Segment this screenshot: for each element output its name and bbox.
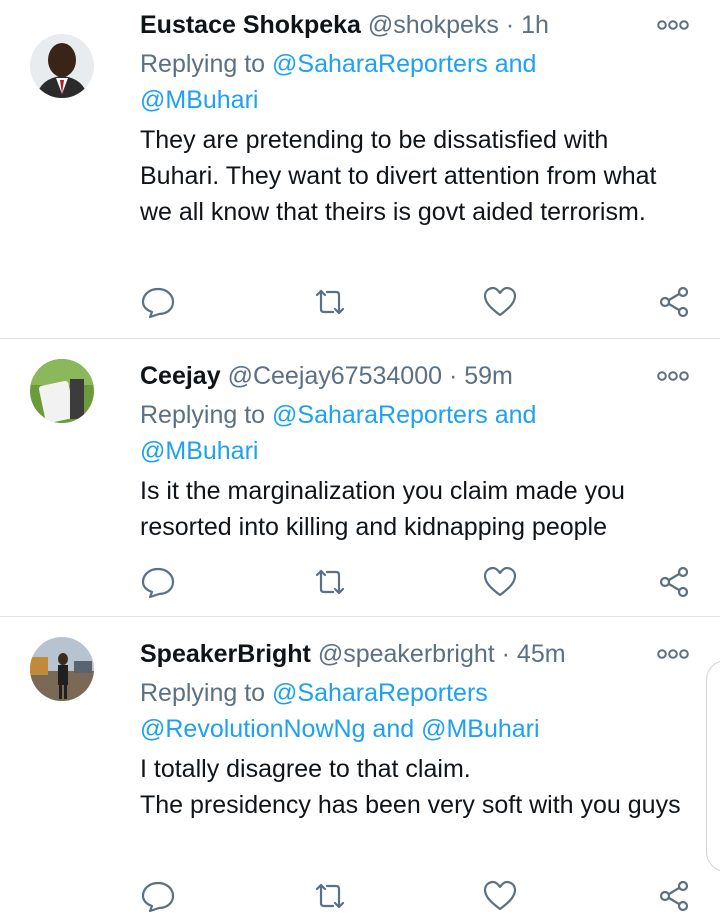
avatar[interactable] (30, 637, 94, 701)
separator-dot: · (494, 640, 517, 668)
reply-icon[interactable] (140, 285, 176, 319)
author-handle[interactable]: @shokpeks (368, 11, 499, 39)
reply-context: Replying to @SaharaReporters and @MBuhar… (140, 46, 690, 118)
more-icon[interactable] (656, 647, 690, 661)
mention-link[interactable]: @RevolutionNowNg and @MBuhari (140, 715, 540, 743)
reply-context: Replying to @SaharaReporters and @MBuhar… (140, 397, 690, 469)
tweet-actions (140, 285, 695, 319)
replying-to-label: Replying to (140, 401, 273, 429)
tweet-header: SpeakerBright @speakerbright · 45m (140, 639, 660, 669)
share-icon[interactable] (656, 285, 692, 319)
mention-link[interactable]: @MBuhari (140, 86, 258, 114)
mention-link[interactable]: @SaharaReporters and (272, 50, 536, 78)
tweet-text: I totally disagree to that claim. The pr… (140, 755, 681, 819)
more-icon[interactable] (656, 369, 690, 383)
floating-panel-edge (706, 660, 720, 872)
author-handle[interactable]: @Ceejay67534000 (228, 362, 442, 390)
tweet-actions (140, 879, 695, 913)
like-icon[interactable] (482, 879, 518, 913)
timestamp[interactable]: 1h (521, 11, 549, 39)
share-icon[interactable] (656, 879, 692, 913)
retweet-icon[interactable] (312, 565, 348, 599)
tweet-actions (140, 565, 695, 599)
reply-context: Replying to @SaharaReporters @Revolution… (140, 675, 690, 747)
like-icon[interactable] (482, 565, 518, 599)
tweet-2[interactable]: Ceejay @Ceejay67534000 · 59m Replying to… (0, 339, 720, 617)
tweet-text: Is it the marginalization you claim made… (140, 477, 625, 541)
avatar[interactable] (30, 359, 94, 423)
author-name[interactable]: SpeakerBright (140, 640, 311, 668)
reply-icon[interactable] (140, 879, 176, 913)
author-name[interactable]: Eustace Shokpeka (140, 11, 361, 39)
mention-link[interactable]: @MBuhari (140, 437, 258, 465)
retweet-icon[interactable] (312, 285, 348, 319)
tweet-header: Ceejay @Ceejay67534000 · 59m (140, 361, 660, 391)
replying-to-label: Replying to (140, 50, 273, 78)
mention-link[interactable]: @SaharaReporters (272, 679, 488, 707)
reply-icon[interactable] (140, 565, 176, 599)
tweet-1[interactable]: Eustace Shokpeka @shokpeks · 1h Replying… (0, 0, 720, 339)
separator-dot: · (442, 362, 465, 390)
tweet-text: They are pretending to be dissatisfied w… (140, 126, 657, 226)
mention-link[interactable]: @SaharaReporters and (272, 401, 536, 429)
retweet-icon[interactable] (312, 879, 348, 913)
author-handle[interactable]: @speakerbright (318, 640, 495, 668)
more-icon[interactable] (656, 18, 690, 32)
tweet-3[interactable]: SpeakerBright @speakerbright · 45m Reply… (0, 617, 720, 921)
share-icon[interactable] (656, 565, 692, 599)
avatar[interactable] (30, 34, 94, 98)
like-icon[interactable] (482, 285, 518, 319)
timestamp[interactable]: 45m (517, 640, 566, 668)
tweet-header: Eustace Shokpeka @shokpeks · 1h (140, 10, 660, 40)
separator-dot: · (498, 11, 522, 39)
timestamp[interactable]: 59m (464, 362, 513, 390)
author-name[interactable]: Ceejay (140, 362, 221, 390)
replying-to-label: Replying to (140, 679, 273, 707)
